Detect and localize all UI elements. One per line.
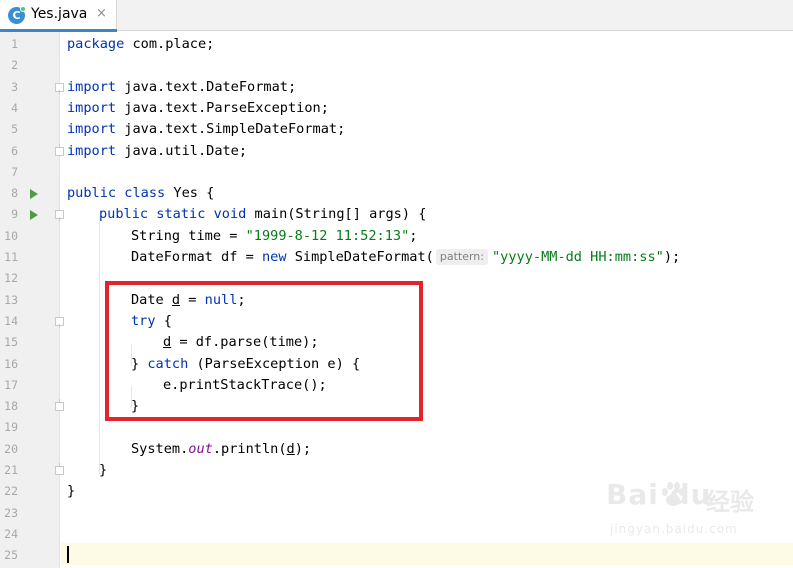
code-line-6: import java.util.Date; [67,142,248,159]
line-number: 6 [11,143,18,158]
line-number: 24 [4,526,18,541]
line-number: 2 [11,58,18,73]
line-number: 23 [4,505,18,520]
run-marker-dot [20,6,26,12]
tab-yes-java[interactable]: C Yes.java × [0,0,117,32]
line-number: 11 [4,250,18,264]
baidu-paw-icon [662,482,685,506]
line-number: 3 [11,79,18,94]
line-number: 16 [4,356,18,371]
code-line-20: System.out.println(d); [131,440,312,457]
line-number: 22 [4,484,18,499]
line-number: 10 [4,228,18,243]
indent-guide [99,216,100,474]
line-number: 20 [4,441,18,456]
line-number: 14 [4,313,18,328]
code-line-3: import java.text.DateFormat; [67,78,297,95]
line-number: 25 [4,548,18,563]
text-caret [67,546,69,563]
java-class-icon: C [8,6,26,24]
code-line-11: DateFormat df = new SimpleDateFormat(pat… [131,249,681,265]
annotation-highlight-box [105,281,423,421]
code-line-10: String time = "1999-8-12 11:52:13"; [131,227,418,244]
code-line-1: package com.place; [67,36,215,52]
run-icon[interactable] [30,210,38,221]
line-number: 1 [11,37,18,51]
code-line-5: import java.text.SimpleDateFormat; [67,121,346,138]
parameter-hint: pattern: [435,249,488,265]
tab-title: Yes.java [31,6,88,22]
line-number: 17 [4,377,18,392]
editor-gutter: 1 2 3 4 5 6 7 8 9 10 11 12 13 14 15 16 1… [0,32,64,568]
line-number: 12 [4,271,18,286]
line-number: 5 [11,122,18,137]
baidu-watermark: Bai du 经验 jingyan.baidu.com [606,478,786,558]
line-number: 4 [11,100,18,115]
code-line-8: public class Yes { [67,185,215,202]
code-line-4: import java.text.ParseException; [67,99,329,116]
close-icon[interactable]: × [96,6,107,21]
line-number: 9 [11,207,18,222]
line-number: 19 [4,420,18,435]
line-number: 13 [4,292,18,307]
watermark-url: jingyan.baidu.com [610,522,738,536]
line-number: 15 [4,335,18,350]
code-line-9: public static void main(String[] args) { [99,206,427,223]
code-line-21: } [99,462,108,478]
line-number: 8 [11,186,18,201]
watermark-cn: 经验 [706,488,754,516]
run-icon[interactable] [30,189,38,200]
code-line-22: } [67,483,76,500]
line-number: 18 [4,399,18,414]
editor-tab-bar: C Yes.java × [0,0,793,32]
line-number: 21 [4,463,18,477]
line-number: 7 [11,164,18,179]
